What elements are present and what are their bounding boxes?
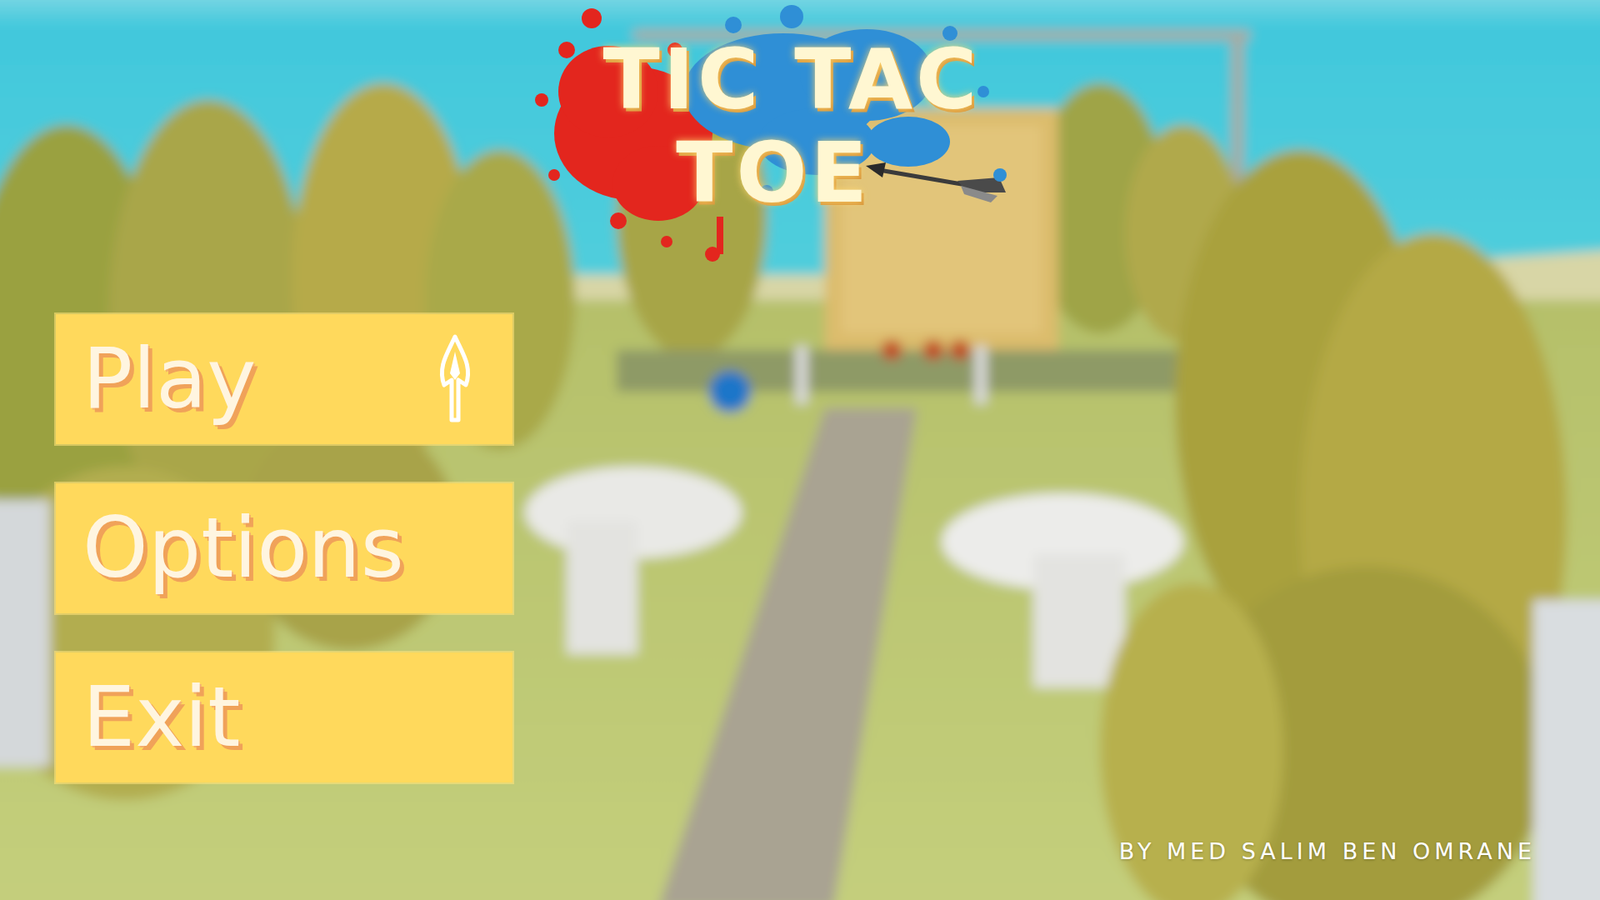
main-menu-screen: TIC TACTOE Play Options Exit BY MED SALIM … xyxy=(0,0,1600,900)
menu-label[interactable]: Play xyxy=(82,333,257,425)
menu-button[interactable]: Play xyxy=(55,314,513,445)
main-menu: Play Options Exit xyxy=(0,314,1600,783)
menu-label[interactable]: Exit xyxy=(82,671,240,764)
menu-overlay: TIC TACTOE Play Options Exit BY MED SALIM … xyxy=(0,0,1600,900)
game-logo: TIC TACTOE xyxy=(566,33,1017,220)
title-area: TIC TACTOE xyxy=(0,33,1600,315)
menu-button[interactable]: Exit xyxy=(55,652,513,783)
title-line: TIC TAC xyxy=(603,33,981,127)
menu-label[interactable]: Options xyxy=(82,502,405,595)
menu-button[interactable]: Options xyxy=(55,483,513,614)
selection-arrow-icon xyxy=(430,333,480,425)
title-line: TOE xyxy=(675,126,871,220)
author-credit: BY MED SALIM BEN OMRANE xyxy=(1119,835,1600,900)
